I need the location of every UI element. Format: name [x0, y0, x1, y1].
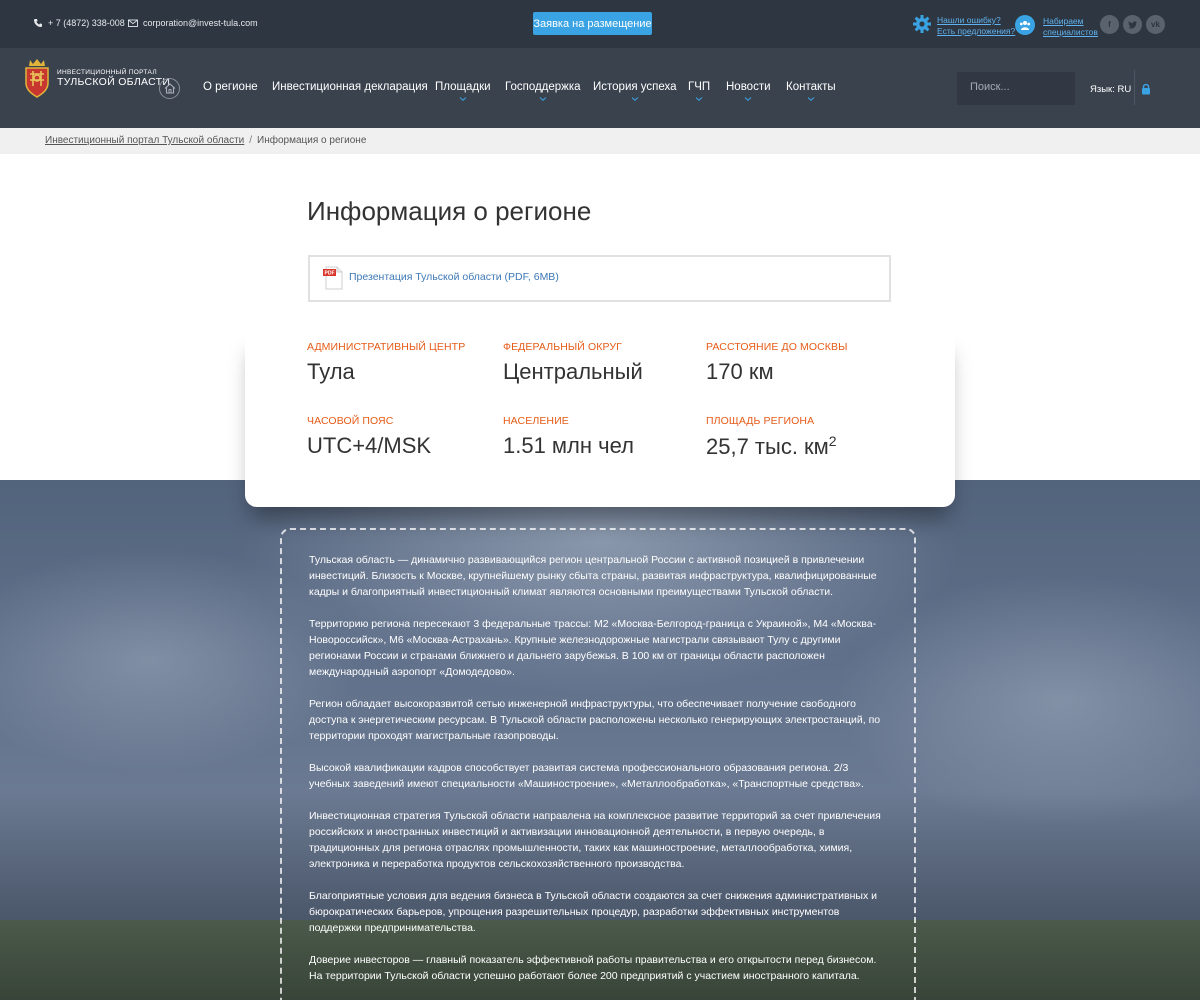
hiring-link[interactable]: Набираем специалистов [1043, 16, 1098, 38]
region-description: Тульская область — динамично развивающий… [280, 528, 916, 1000]
nav-item-label: Контакты [786, 81, 836, 93]
twitter-icon[interactable] [1123, 15, 1142, 34]
breadcrumb-current: Информация о регионе [257, 135, 367, 146]
nav-item-gov-support[interactable]: Господдержка [505, 81, 581, 101]
breadcrumb-home-link[interactable]: Инвестиционный портал Тульской области [45, 135, 244, 146]
stat-value: UTC+4/MSK [307, 433, 432, 458]
nav-item-label: Площадки [435, 81, 491, 93]
phone-number: + 7 (4872) 338-008 [48, 18, 125, 28]
facebook-icon[interactable]: f [1100, 15, 1119, 34]
stat-label: Административный центр [307, 341, 466, 353]
search-placeholder: Поиск... [970, 81, 1010, 93]
breadcrumb: Инвестиционный портал Тульской области / И… [0, 128, 1200, 154]
stat-value: 170 км [706, 359, 774, 384]
pdf-download-box: PDF Презентация Тульской области (PDF, 6… [308, 255, 891, 302]
description-paragraph: Высокой квалификации кадров способствует… [309, 762, 864, 790]
nav-item-news[interactable]: Новости [726, 81, 771, 101]
chevron-down-icon [539, 97, 547, 101]
tula-coat-of-arms-icon [25, 59, 49, 98]
hiring-link-line1: Набираем [1043, 16, 1084, 26]
stat-label: Площадь региона [706, 415, 815, 427]
stat-population: Население 1.51 млн чел [503, 415, 634, 459]
page-title: Информация о регионе [307, 196, 592, 226]
email-address: corporation@invest-tula.com [143, 18, 258, 28]
stat-label: Население [503, 415, 569, 427]
stat-admin-center: Административный центр Тула [307, 341, 465, 385]
feedback-link-line1: Нашли ошибку? [937, 15, 1001, 25]
nav-divider [1134, 70, 1135, 105]
email-contact[interactable]: corporation@invest-tula.com [128, 18, 258, 28]
stat-federal-district: Федеральный округ Центральный [503, 341, 643, 385]
apply-button[interactable]: Заявка на размещение [533, 12, 652, 35]
chevron-down-icon [744, 97, 752, 101]
svg-text:PDF: PDF [325, 271, 335, 277]
nav-item-ppp[interactable]: ГЧП [688, 81, 711, 101]
description-paragraph: Доверие инвесторов — главный показатель … [309, 954, 877, 982]
stat-value-text: 25,7 тыс. км [706, 434, 829, 459]
chevron-down-icon [807, 97, 815, 101]
chevron-down-icon [695, 97, 703, 101]
description-paragraph: Территорию региона пересекают 3 федераль… [309, 618, 877, 678]
phone-contact[interactable]: + 7 (4872) 338-008 [33, 18, 125, 28]
chevron-down-icon [459, 97, 467, 101]
hiring-link-line2: специалистов [1043, 27, 1098, 37]
logo-line2: ТУЛЬСКОЙ ОБЛАСТИ [57, 75, 171, 88]
nav-item-region[interactable]: О регионе [203, 81, 258, 93]
stat-distance-moscow: Расстояние до Москвы 170 км [706, 341, 848, 385]
stat-value-superscript: 2 [828, 433, 837, 449]
portal-logo-text: ИНВЕСТИЦИОННЫЙ ПОРТАЛ ТУЛЬСКОЙ ОБЛАСТИ [57, 69, 170, 88]
nav-item-declaration[interactable]: Инвестиционная декларация [272, 81, 428, 93]
stat-value: 1.51 млн чел [503, 433, 634, 458]
stat-value: Центральный [503, 359, 643, 384]
nav-item-sites[interactable]: Площадки [435, 81, 491, 101]
team-icon[interactable] [1015, 15, 1035, 35]
description-paragraph: Регион обладает высокоразвитой сетью инж… [309, 698, 881, 742]
nav-item-success-stories[interactable]: История успеха [593, 81, 677, 101]
stat-value: 25,7 тыс. км2 [706, 433, 837, 460]
vk-icon[interactable]: vk [1146, 15, 1165, 34]
description-paragraph: Тульская область — динамично развивающий… [309, 554, 877, 598]
nav-item-label: Новости [726, 81, 771, 93]
chevron-down-icon [631, 97, 639, 101]
gear-icon[interactable] [912, 14, 932, 34]
home-button[interactable] [159, 78, 180, 99]
pdf-presentation-link[interactable]: Презентация Тульской области (PDF, 6MB) [349, 271, 559, 283]
nav-item-label: О регионе [203, 81, 258, 93]
stat-label: Часовой пояс [307, 415, 394, 427]
nav-item-label: ГЧП [688, 81, 711, 93]
nav-item-label: История успеха [593, 81, 677, 93]
nav-item-label: Инвестиционная декларация [272, 81, 428, 93]
logo-line1: ИНВЕСТИЦИОННЫЙ ПОРТАЛ [57, 68, 157, 76]
phone-icon [34, 19, 42, 27]
top-bar: + 7 (4872) 338-008 corporation@invest-tu… [0, 0, 1200, 48]
mail-icon [128, 19, 138, 27]
portal-logo[interactable]: ИНВЕСТИЦИОННЫЙ ПОРТАЛ ТУЛЬСКОЙ ОБЛАСТИ [22, 58, 170, 98]
stat-label: Федеральный округ [503, 341, 622, 353]
nav-item-contacts[interactable]: Контакты [786, 81, 836, 101]
pdf-file-icon[interactable]: PDF [322, 266, 344, 290]
lock-icon[interactable] [1141, 83, 1151, 95]
stat-value: Тула [307, 359, 355, 384]
stat-area: Площадь региона 25,7 тыс. км2 [706, 415, 837, 460]
main-navbar: ИНВЕСТИЦИОННЫЙ ПОРТАЛ ТУЛЬСКОЙ ОБЛАСТИ О… [0, 48, 1200, 128]
description-paragraph: Благоприятные условия для ведения бизнес… [309, 890, 877, 934]
feedback-link[interactable]: Нашли ошибку? Есть предложения? [937, 15, 1015, 37]
description-paragraph: Инвестиционная стратегия Тульской област… [309, 810, 881, 870]
nav-item-label: Господдержка [505, 81, 581, 93]
breadcrumb-separator: / [249, 135, 253, 146]
search-input[interactable]: Поиск... [957, 72, 1075, 105]
home-icon [164, 83, 175, 94]
language-switcher[interactable]: Язык: RU [1090, 84, 1131, 95]
region-stats-card: Административный центр Тула Федеральный … [245, 330, 955, 507]
feedback-link-line2: Есть предложения? [937, 26, 1016, 36]
stat-timezone: Часовой пояс UTC+4/MSK [307, 415, 431, 459]
stat-label: Расстояние до Москвы [706, 341, 848, 353]
